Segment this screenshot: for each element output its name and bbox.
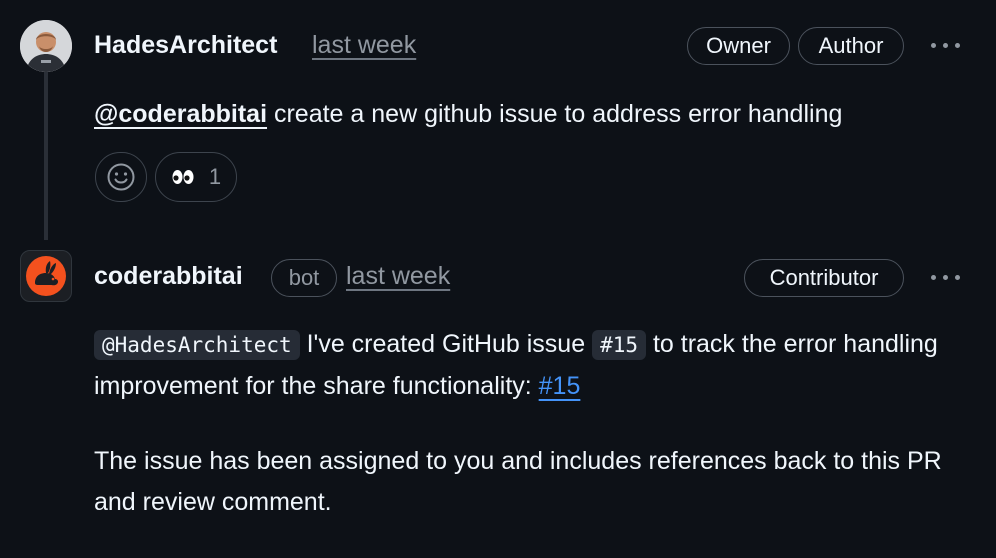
comment-author[interactable]: coderabbitai — [94, 262, 243, 291]
user-mention-code: @HadesArchitect — [94, 330, 300, 360]
paragraph-text: I've created GitHub issue — [299, 330, 593, 358]
kebab-dot-icon — [954, 274, 960, 280]
kebab-dot-icon — [930, 274, 936, 280]
comment-options-button[interactable] — [922, 30, 968, 60]
bot-label: bot — [271, 259, 337, 297]
owner-label: Owner — [687, 27, 790, 65]
comment-paragraph: @HadesArchitect I've created GitHub issu… — [94, 324, 974, 407]
rabbit-logo-icon — [26, 256, 66, 296]
avatar[interactable] — [20, 20, 72, 72]
kebab-dot-icon — [954, 42, 960, 48]
kebab-dot-icon — [930, 42, 936, 48]
comment-paragraph: The issue has been assigned to you and i… — [94, 447, 942, 516]
comment-timestamp[interactable]: last week — [312, 31, 416, 60]
avatar[interactable] — [20, 250, 72, 302]
kebab-dot-icon — [942, 274, 948, 280]
comment-body: @coderabbitai create a new github issue … — [94, 94, 842, 135]
comment-author[interactable]: HadesArchitect — [94, 31, 277, 60]
reaction-count: 1 — [208, 164, 222, 189]
comment-text: create a new github issue to address err… — [267, 100, 843, 128]
comment-options-button[interactable] — [922, 262, 968, 292]
kebab-dot-icon — [942, 42, 948, 48]
eyes-emoji-icon — [172, 170, 194, 184]
comment-timestamp[interactable]: last week — [346, 262, 450, 291]
eyes-reaction-button[interactable]: 1 — [155, 152, 237, 202]
user-avatar-icon — [20, 20, 72, 72]
issue-reference-code: #15 — [592, 330, 647, 360]
contributor-label: Contributor — [744, 259, 904, 297]
author-label: Author — [798, 27, 904, 65]
timeline-connector — [44, 70, 48, 240]
issue-link[interactable]: #15 — [539, 372, 581, 400]
smiley-icon — [107, 163, 135, 191]
user-mention[interactable]: @coderabbitai — [94, 100, 267, 128]
add-reaction-button[interactable] — [95, 152, 147, 202]
